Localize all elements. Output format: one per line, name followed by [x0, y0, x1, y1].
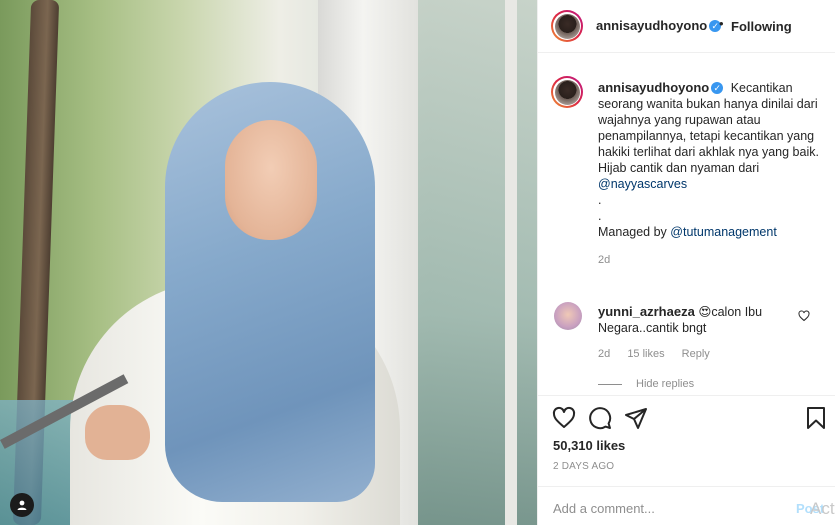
activation-watermark: Act: [810, 499, 835, 518]
instagram-post-window: annisayudhoyono ✓ • Following annisayudho…: [0, 0, 835, 525]
caption-dot: .: [598, 193, 602, 207]
photo-frame: [505, 0, 517, 525]
caption-username-link[interactable]: annisayudhoyono ✓: [598, 80, 724, 95]
divider-line: [598, 383, 622, 385]
mention-nayyascarves-link[interactable]: @nayyascarves: [598, 177, 687, 191]
likes-count-link[interactable]: 50,310 likes: [553, 438, 625, 453]
header-separator: •: [719, 16, 724, 31]
caption-age[interactable]: 2d: [598, 252, 828, 268]
caption-managed-by: Managed by: [598, 225, 667, 239]
comment-age: 2d: [598, 348, 611, 360]
post-photo[interactable]: [0, 0, 537, 525]
post-side-panel: annisayudhoyono ✓ • Following annisayudho…: [537, 0, 835, 525]
comment-meta: 2d 15 likes Reply: [598, 348, 724, 360]
hide-replies-button[interactable]: Hide replies: [598, 378, 694, 390]
comment-input[interactable]: Add a comment...: [553, 501, 655, 516]
add-comment-bar: Add a comment... Post Act: [538, 486, 835, 527]
post-caption: annisayudhoyono ✓ Kecantikan seorang wani…: [598, 80, 828, 268]
author-avatar[interactable]: [551, 10, 583, 42]
caption-dot: .: [598, 209, 602, 223]
user-tag-icon[interactable]: [10, 493, 34, 517]
verified-badge-icon: ✓: [711, 82, 724, 94]
post-date[interactable]: 2 DAYS AGO: [553, 461, 614, 472]
paper-plane-icon[interactable]: [624, 406, 648, 430]
caption-line2: Hijab cantik dan nyaman dari: [598, 161, 760, 175]
comment-likes-link[interactable]: 15 likes: [627, 348, 664, 360]
photo-person-hand: [85, 405, 150, 460]
post-actions: 50,310 likes 2 DAYS AGO Add a comment...…: [538, 395, 835, 526]
author-username-link[interactable]: annisayudhoyono ✓: [596, 18, 722, 33]
commenter-avatar[interactable]: [554, 302, 582, 330]
bookmark-icon[interactable]: [804, 406, 828, 430]
hide-replies-label: Hide replies: [636, 378, 695, 390]
heart-icon[interactable]: [552, 406, 576, 430]
caption-author-avatar[interactable]: [551, 76, 583, 108]
mention-tutumanagement-link[interactable]: @tutumanagement: [670, 225, 777, 239]
post-header: annisayudhoyono ✓ • Following: [538, 0, 835, 53]
heart-eyes-emoji: 😍: [698, 305, 712, 319]
comment-icon[interactable]: [588, 406, 612, 430]
comment: yunni_azrhaeza 😍calon Ibu Negara..cantik…: [598, 304, 798, 336]
photo-person-face: [225, 120, 317, 240]
following-button[interactable]: Following: [731, 19, 792, 34]
reply-button[interactable]: Reply: [682, 348, 710, 360]
comment-like-heart-icon[interactable]: [798, 310, 810, 322]
commenter-username-link[interactable]: yunni_azrhaeza: [598, 304, 695, 319]
photo-glass-panel: [418, 0, 537, 525]
